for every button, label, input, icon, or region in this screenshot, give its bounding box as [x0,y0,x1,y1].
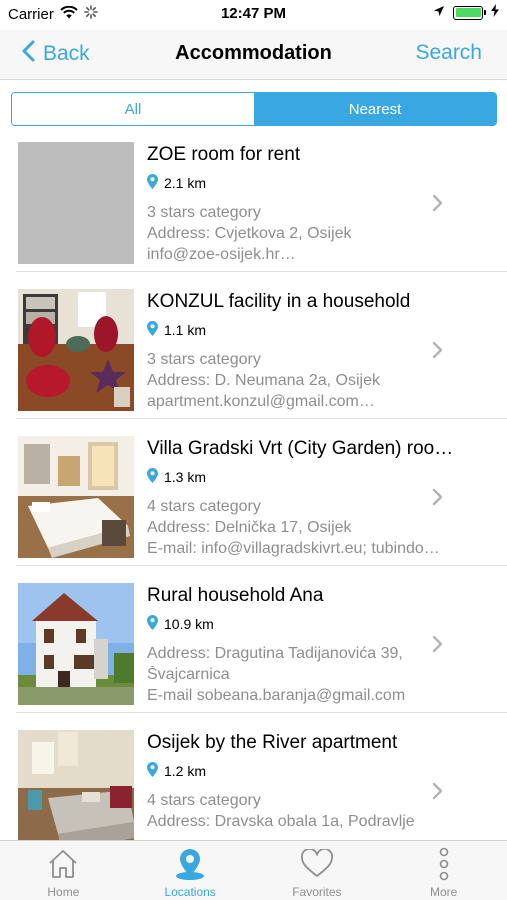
location-pin-icon [147,321,158,339]
house-icon [46,847,80,881]
location-pin-icon [147,174,158,192]
battery-fill [455,8,481,17]
row-divider [16,418,507,419]
chevron-right-icon [431,341,445,359]
distance-text: 1.1 km [164,322,207,338]
item-distance: 1.2 km [147,762,206,780]
chevron-right-icon [431,635,445,653]
segment-nearest[interactable]: Nearest [254,93,496,125]
list-item[interactable]: Osijek by the River apartment 1.2 km 4 s… [0,722,507,840]
item-address: Address: D. Neumana 2a, Osijek [147,372,380,389]
room-photo-thumbnail [18,730,134,840]
list-item[interactable]: KONZUL facility in a household 1.1 km 3 … [0,281,507,419]
item-contact: E-mail sobeana.baranja@gmail.com [147,687,406,704]
room-photo-thumbnail [18,436,134,558]
filter-segmented-control: All Nearest [11,92,497,126]
thumbnail-placeholder [18,142,134,264]
item-title: Osijek by the River apartment [147,732,398,753]
item-contact: E-mail: info@villagradskivrt.eu; tubindo… [147,540,440,557]
item-distance: 1.1 km [147,321,206,339]
tab-favorites[interactable]: Favorites [254,841,381,900]
list-item[interactable]: Villa Gradski Vrt (City Garden) roo… 1.3… [0,428,507,566]
row-divider [16,271,507,272]
room-photo-thumbnail [18,289,134,411]
charging-bolt-icon [491,4,499,21]
tab-more[interactable]: More [380,841,507,900]
item-address: Address: Delnička 17, Osijek [147,519,352,536]
battery-icon [453,5,486,20]
tab-label: More [429,885,458,899]
navigation-bar: Back Accommodation Search [0,30,507,80]
item-distance: 2.1 km [147,174,206,192]
chevron-right-icon [431,194,445,212]
location-pin-icon [147,615,158,633]
item-address: Address: Dravska obala 1a, Podravlje [147,813,415,830]
location-arrow-icon [433,4,445,21]
distance-text: 1.3 km [164,469,207,485]
row-divider [16,712,507,713]
house-photo-thumbnail [18,583,134,705]
distance-text: 1.2 km [164,763,207,779]
more-dots-icon [427,847,461,881]
row-divider [16,565,507,566]
location-pin-icon [147,468,158,486]
tab-label: Home [47,885,80,899]
tab-label: Locations [164,885,216,899]
status-time: 12:47 PM [220,5,287,22]
chevron-right-icon [431,782,445,800]
item-address: Address: Cvjetkova 2, Osijek [147,225,352,242]
tab-bar: Home Locations Favorites More [0,840,507,900]
tab-label: Favorites [292,885,342,899]
location-pin-icon [173,847,207,881]
search-button[interactable]: Search [415,41,482,65]
item-distance: 1.3 km [147,468,206,486]
list-item[interactable]: Rural household Ana 10.9 km Address: Dra… [0,575,507,713]
status-right [433,4,499,21]
item-title: Villa Gradski Vrt (City Garden) roo… [147,438,454,459]
status-bar: Carrier 12:47 PM [0,0,507,30]
item-title: Rural household Ana [147,585,324,606]
chevron-right-icon [431,488,445,506]
tab-locations[interactable]: Locations [127,841,254,900]
item-distance: 10.9 km [147,615,214,633]
list-item[interactable]: ZOE room for rent 2.1 km 3 stars categor… [0,134,507,272]
item-contact: info@zoe-osijek.hr… [147,246,296,263]
item-contact: apartment.konzul@gmail.com… [147,393,375,410]
tab-home[interactable]: Home [0,841,127,900]
item-address-continued: Švajcarnica [147,666,230,683]
location-pin-icon [147,762,158,780]
accommodation-list: ZOE room for rent 2.1 km 3 stars categor… [0,134,507,840]
heart-icon [300,847,334,881]
item-title: KONZUL facility in a household [147,291,411,312]
segment-all[interactable]: All [12,93,254,125]
distance-text: 2.1 km [164,175,207,191]
distance-text: 10.9 km [164,616,214,632]
item-title: ZOE room for rent [147,144,301,165]
